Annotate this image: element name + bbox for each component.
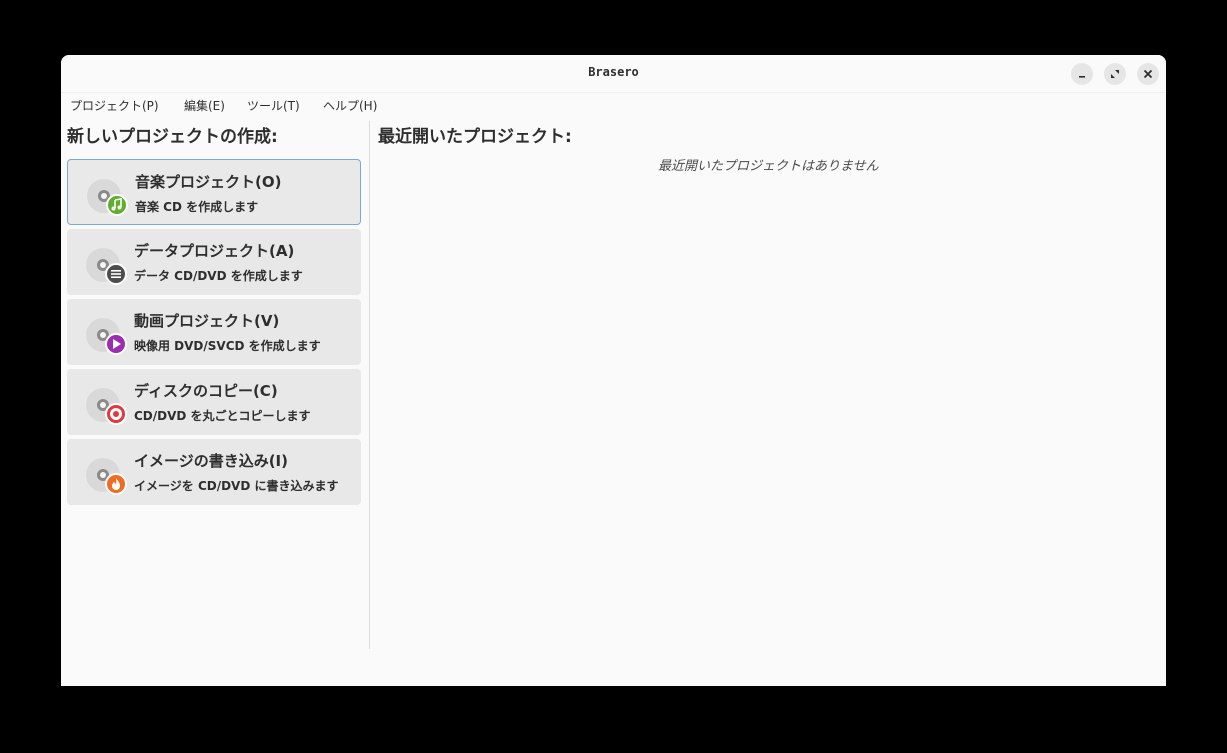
flame-icon <box>105 473 127 495</box>
disc-copy-title: ディスクのコピー(C) <box>134 382 278 400</box>
app-window: Brasero プロジェクト(P) 編集(E) ツール(T) ヘルプ(H) 新し… <box>61 55 1166 686</box>
music-project-title: 音楽プロジェクト(O) <box>135 173 282 191</box>
recent-projects-heading: 最近開いたプロジェクト: <box>378 127 572 147</box>
new-project-heading: 新しいプロジェクトの作成: <box>67 127 278 147</box>
menu-help[interactable]: ヘルプ(H) <box>323 97 377 114</box>
maximize-icon <box>1111 70 1119 78</box>
close-icon <box>1143 69 1153 79</box>
music-project-subtitle: 音楽 CD を作成します <box>135 200 259 214</box>
data-list-icon <box>105 263 127 285</box>
disc-copy-icon <box>105 403 127 425</box>
window-title: Brasero <box>588 65 639 79</box>
video-project-subtitle: 映像用 DVD/SVCD を作成します <box>134 339 321 353</box>
recent-projects-empty-message: 最近開いたプロジェクトはありません <box>658 159 879 174</box>
menu-bar: プロジェクト(P) 編集(E) ツール(T) ヘルプ(H) <box>61 93 1166 117</box>
burn-image-button[interactable]: イメージの書き込み(I) イメージを CD/DVD に書き込みます <box>67 439 361 505</box>
menu-edit[interactable]: 編集(E) <box>184 97 225 114</box>
data-project-title: データプロジェクト(A) <box>134 242 295 260</box>
close-button[interactable] <box>1137 63 1159 85</box>
video-project-button[interactable]: 動画プロジェクト(V) 映像用 DVD/SVCD を作成します <box>67 299 361 365</box>
menu-tools[interactable]: ツール(T) <box>247 97 300 114</box>
minimize-icon <box>1079 76 1085 78</box>
data-project-button[interactable]: データプロジェクト(A) データ CD/DVD を作成します <box>67 229 361 295</box>
pane-divider[interactable] <box>369 121 370 649</box>
music-note-icon <box>106 194 128 216</box>
burn-image-title: イメージの書き込み(I) <box>134 452 288 470</box>
play-icon <box>105 333 127 355</box>
menu-project[interactable]: プロジェクト(P) <box>70 97 159 114</box>
burn-image-subtitle: イメージを CD/DVD に書き込みます <box>134 479 339 493</box>
disc-copy-button[interactable]: ディスクのコピー(C) CD/DVD を丸ごとコピーします <box>67 369 361 435</box>
disc-copy-subtitle: CD/DVD を丸ごとコピーします <box>134 409 311 423</box>
maximize-button[interactable] <box>1104 63 1126 85</box>
data-project-subtitle: データ CD/DVD を作成します <box>134 269 303 283</box>
title-bar[interactable]: Brasero <box>61 55 1166 93</box>
music-project-button[interactable]: 音楽プロジェクト(O) 音楽 CD を作成します <box>67 159 361 225</box>
minimize-button[interactable] <box>1071 63 1093 85</box>
video-project-title: 動画プロジェクト(V) <box>134 312 280 330</box>
